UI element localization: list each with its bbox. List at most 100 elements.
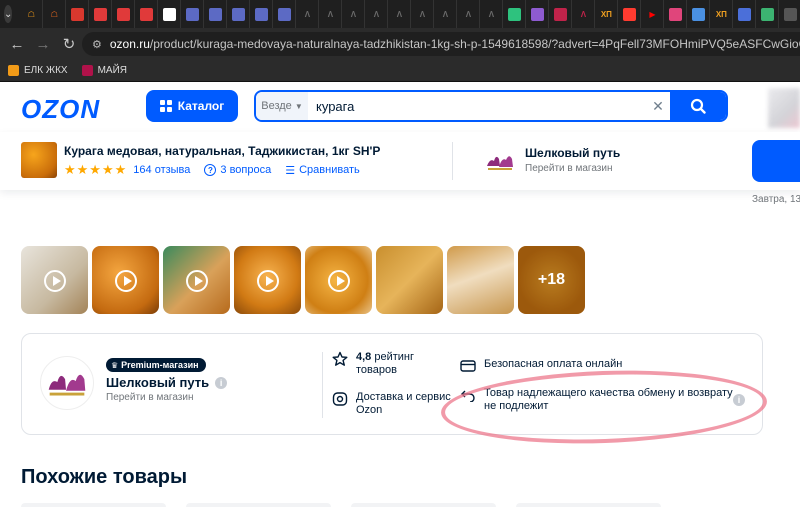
gallery-video-thumb[interactable] xyxy=(21,246,88,314)
search-input[interactable] xyxy=(308,98,646,114)
app-icon xyxy=(254,7,268,21)
browser-tab[interactable]: Λ xyxy=(296,0,320,28)
browser-tab[interactable]: Λ xyxy=(411,0,435,28)
back-icon[interactable]: ← xyxy=(4,31,30,57)
shop-logo[interactable] xyxy=(482,144,518,178)
app-icon xyxy=(691,7,705,21)
seller-logo[interactable] xyxy=(40,356,94,410)
app-icon xyxy=(93,7,107,21)
browser-tab[interactable] xyxy=(135,0,159,28)
browser-tab[interactable]: Λ xyxy=(342,0,366,28)
rating-stars[interactable]: ★★★★★ xyxy=(64,162,127,178)
browser-tab[interactable] xyxy=(66,0,90,28)
gallery-video-thumb[interactable] xyxy=(92,246,159,314)
browser-tab[interactable] xyxy=(181,0,205,28)
app-icon xyxy=(760,7,774,21)
browser-tab[interactable]: ХП xyxy=(595,0,619,28)
gallery-more-thumb[interactable]: +18 xyxy=(518,246,585,314)
browser-tab[interactable] xyxy=(89,0,113,28)
browser-tab[interactable]: ☖ xyxy=(20,0,44,28)
browser-tab[interactable] xyxy=(779,0,800,28)
gallery-video-thumb[interactable] xyxy=(305,246,372,314)
grid-icon xyxy=(159,100,172,112)
app-icon xyxy=(185,7,199,21)
search-scope-dropdown[interactable]: Везде ▼ xyxy=(256,92,308,120)
app-icon xyxy=(783,7,797,21)
browser-tab[interactable] xyxy=(549,0,573,28)
browser-tab[interactable] xyxy=(618,0,642,28)
divider xyxy=(322,352,323,418)
app-icon xyxy=(231,7,245,21)
browser-tab[interactable]: Λ xyxy=(572,0,596,28)
browser-tab[interactable] xyxy=(733,0,757,28)
site-info-icon[interactable]: ⚙ xyxy=(92,38,102,51)
search-icon xyxy=(690,98,706,114)
return-info-icon[interactable]: i xyxy=(733,394,745,406)
star-icon xyxy=(332,351,348,367)
reviews-link[interactable]: 164 отзыва xyxy=(133,164,190,176)
browser-tab[interactable] xyxy=(273,0,297,28)
bookmark-elk[interactable]: ЕЛК ЖКХ xyxy=(8,65,68,76)
app-icon xyxy=(737,7,751,21)
seller-rating: 4,8 рейтинг товаров xyxy=(332,351,414,377)
address-bar[interactable]: ⚙ ozon.ru/product/kuraga-medovaya-natura… xyxy=(82,32,800,56)
browser-tab[interactable] xyxy=(503,0,527,28)
reload-icon[interactable]: ↻ xyxy=(56,31,82,57)
a-icon: Λ xyxy=(350,9,357,19)
search-bar: Везде ▼ ✕ xyxy=(254,90,728,122)
a-icon: Λ xyxy=(396,9,403,19)
add-to-cart-button[interactable] xyxy=(752,140,800,182)
app-icon xyxy=(622,7,636,21)
ozon-delivery-icon xyxy=(332,391,348,407)
return-policy: Товар надлежащего качества обмену и возв… xyxy=(460,387,733,413)
forward-icon[interactable]: → xyxy=(30,31,56,57)
site-header: OZON Каталог Везде ▼ ✕ xyxy=(0,82,800,132)
gallery-video-thumb[interactable] xyxy=(234,246,301,314)
seller-shop-link[interactable]: Перейти в магазин xyxy=(106,392,194,403)
gallery-photo-thumb[interactable] xyxy=(376,246,443,314)
browser-tab[interactable]: ▶ xyxy=(641,0,665,28)
browser-tab[interactable]: Λ xyxy=(388,0,412,28)
close-icon[interactable]: ✕ xyxy=(646,98,670,115)
browser-tab[interactable]: Λ xyxy=(319,0,343,28)
info-icon[interactable]: i xyxy=(215,376,228,389)
gallery-photo-thumb[interactable] xyxy=(447,246,514,314)
browser-tab[interactable] xyxy=(756,0,780,28)
compare-icon: ☰ xyxy=(285,164,296,177)
media-gallery: +18 xyxy=(21,246,585,314)
product-thumbnail[interactable] xyxy=(21,142,57,178)
questions-link[interactable]: ? 3 вопроса xyxy=(204,164,271,176)
browser-tab[interactable] xyxy=(687,0,711,28)
bookmark-maya[interactable]: МАЙЯ xyxy=(81,65,127,76)
browser-tab[interactable]: ХП xyxy=(710,0,734,28)
safe-payment: Безопасная оплата онлайн xyxy=(460,358,622,374)
browser-tab[interactable] xyxy=(664,0,688,28)
browser-tab[interactable] xyxy=(250,0,274,28)
search-button[interactable] xyxy=(670,92,726,120)
browser-tab[interactable] xyxy=(227,0,251,28)
browser-tab[interactable] xyxy=(158,0,182,28)
browser-tab[interactable]: ☖ xyxy=(43,0,67,28)
browser-tab[interactable]: Λ xyxy=(434,0,458,28)
delivery-date: Завтра, 13 xyxy=(752,194,800,205)
browser-tab[interactable] xyxy=(204,0,228,28)
seller-name[interactable]: Шелковый путь i xyxy=(106,375,228,390)
go-to-shop-link[interactable]: Перейти в магазин xyxy=(525,163,613,174)
browser-tab[interactable]: Λ xyxy=(365,0,389,28)
user-avatar[interactable] xyxy=(768,88,800,128)
browser-tab[interactable]: Λ xyxy=(457,0,481,28)
compare-link[interactable]: ☰ Сравнивать xyxy=(285,164,359,177)
catalog-button[interactable]: Каталог xyxy=(146,90,238,122)
a-icon: Λ xyxy=(580,9,587,19)
gallery-video-thumb[interactable] xyxy=(163,246,230,314)
tab-search-button[interactable]: ⌄ xyxy=(4,5,13,23)
ozon-logo[interactable]: OZON xyxy=(21,94,100,125)
browser-tab[interactable] xyxy=(526,0,550,28)
browser-tab[interactable] xyxy=(112,0,136,28)
a-icon: Λ xyxy=(442,9,449,19)
a-icon: Λ xyxy=(327,9,334,19)
app-icon xyxy=(70,7,84,21)
shop-name[interactable]: Шелковый путь xyxy=(525,146,620,160)
app-icon xyxy=(139,7,153,21)
browser-tab[interactable]: Λ xyxy=(480,0,504,28)
